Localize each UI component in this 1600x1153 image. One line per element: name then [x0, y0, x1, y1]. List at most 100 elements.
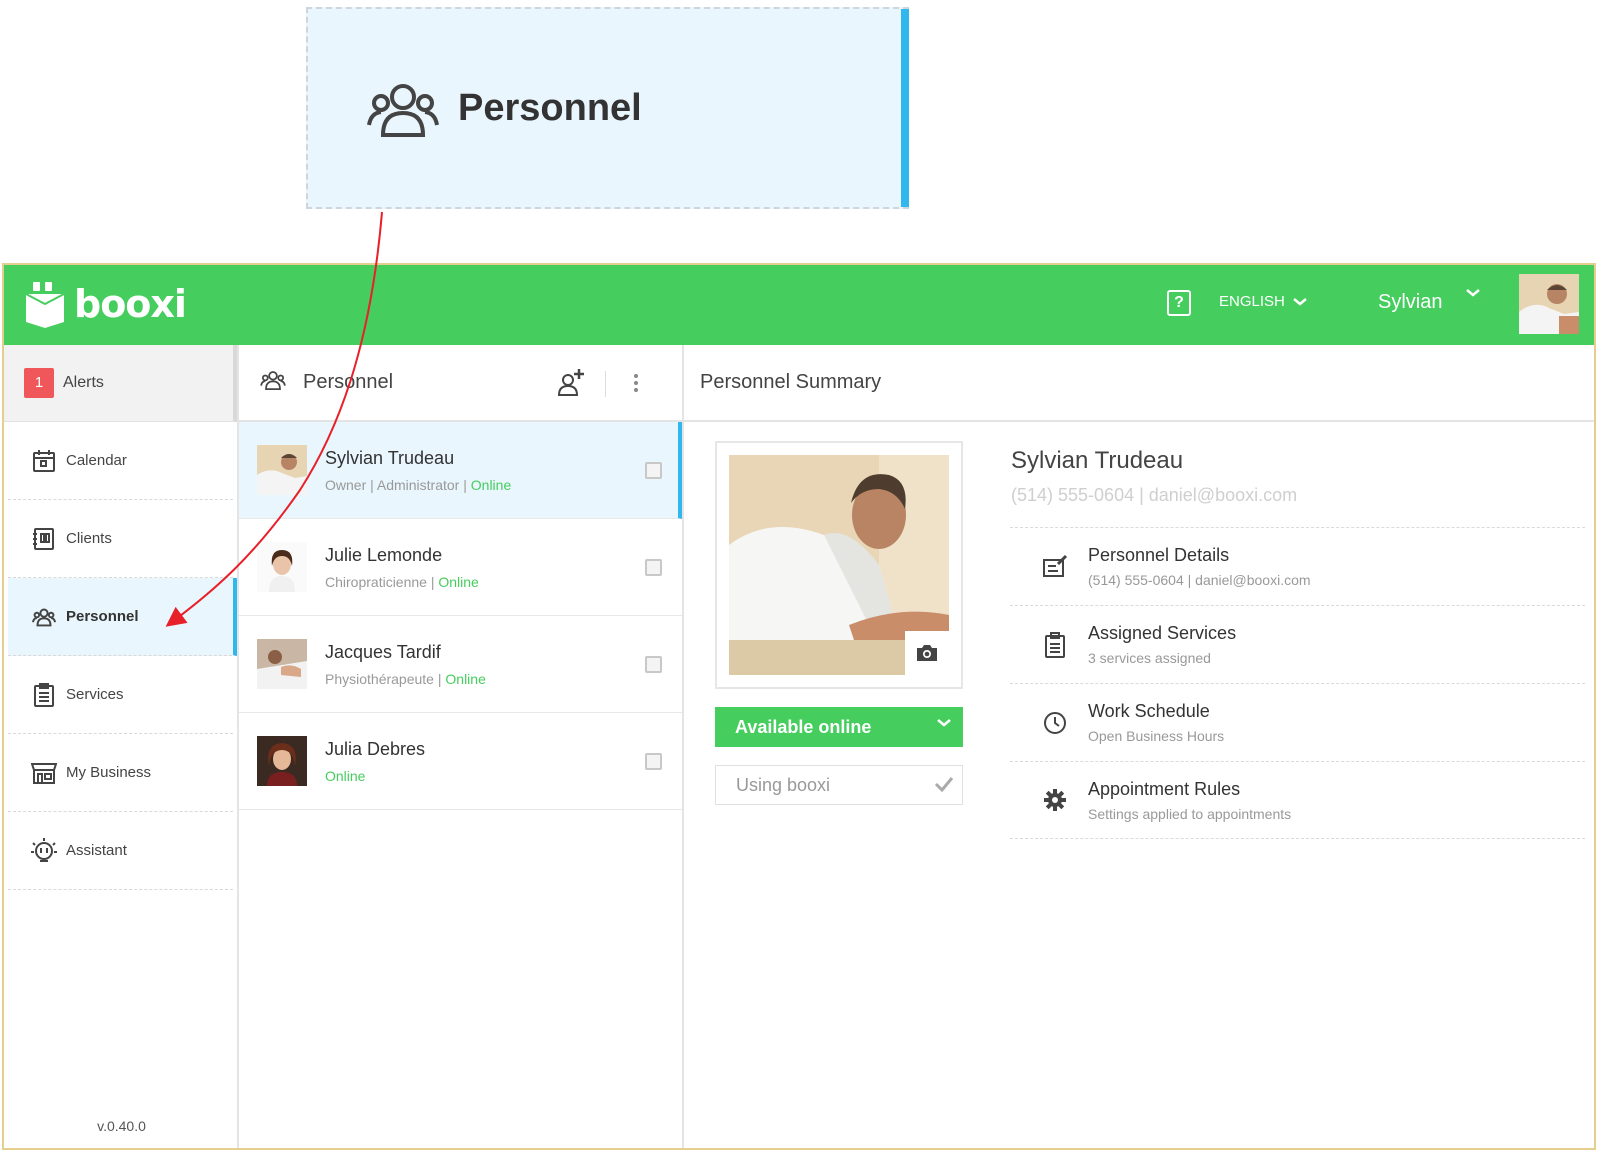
status-online: Online	[470, 476, 512, 493]
sidebar-item-label: Services	[66, 686, 124, 703]
chevron-down-icon	[1293, 297, 1307, 306]
clients-icon	[30, 525, 58, 553]
person-name: Jacques Tardif	[325, 641, 441, 662]
booxi-logo-icon	[25, 282, 65, 328]
person-role: Owner | Administrator |	[325, 476, 467, 493]
status-online: Online	[445, 670, 486, 687]
language-label: ENGLISH	[1219, 293, 1285, 310]
row-checkbox[interactable]	[645, 559, 662, 576]
add-user-icon	[557, 369, 584, 396]
availability-dropdown[interactable]: Available online	[715, 707, 963, 747]
personnel-icon	[30, 603, 58, 631]
sidebar-item-assistant[interactable]: Assistant	[8, 812, 233, 890]
detail-title: Appointment Rules	[1088, 778, 1241, 799]
detail-subtitle: 3 services assigned	[1088, 650, 1211, 666]
row-checkbox[interactable]	[645, 753, 662, 770]
kebab-menu-icon	[634, 374, 638, 392]
appointment-rules-row[interactable]: Appointment Rules Settings applied to ap…	[1010, 761, 1585, 839]
person-role: Chiropraticienne |	[325, 573, 435, 590]
detail-subtitle: Settings applied to appointments	[1088, 805, 1292, 822]
app-window: booxi ? ENGLISH Sylvian 1 Alerts Calenda…	[2, 263, 1596, 1150]
sidebar-item-calendar[interactable]: Calendar	[8, 422, 233, 500]
status-online: Online	[325, 767, 366, 784]
using-booxi-toggle[interactable]: Using booxi	[715, 765, 963, 805]
list-header: Personnel	[239, 345, 682, 422]
detail-subtitle: (514) 555-0604 | daniel@booxi.com	[1088, 572, 1311, 588]
personnel-icon	[259, 366, 287, 399]
add-user-button[interactable]	[557, 367, 587, 402]
person-name: Julia Debres	[325, 738, 426, 759]
detail-subtitle: Open Business Hours	[1088, 728, 1225, 744]
sidebar-item-label: Calendar	[66, 452, 127, 469]
checkmark-icon	[934, 777, 954, 792]
list-title: Personnel	[303, 371, 394, 393]
personnel-summary-panel: Personnel Summary Available online Using…	[684, 345, 1594, 1148]
avatar	[257, 445, 307, 495]
availability-label: Available online	[735, 716, 872, 737]
edit-icon	[1036, 554, 1074, 579]
personnel-details-row[interactable]: Personnel Details (514) 555-0604 | danie…	[1010, 527, 1585, 605]
list-item[interactable]: Sylvian Trudeau Owner | Administrator | …	[239, 422, 682, 519]
help-button[interactable]: ?	[1167, 290, 1191, 316]
sidebar-item-label: Personnel	[66, 608, 139, 625]
sidebar-item-services[interactable]: Services	[8, 656, 233, 734]
change-photo-button[interactable]	[905, 631, 949, 675]
clipboard-icon	[1036, 631, 1074, 658]
profile-photo	[729, 455, 949, 675]
summary-title: Personnel Summary	[684, 345, 1594, 422]
person-full-name: Sylvian Trudeau	[1011, 447, 1184, 474]
avatar	[257, 736, 307, 786]
gear-icon	[1036, 788, 1074, 812]
divider	[605, 371, 606, 397]
callout-label: Personnel	[458, 87, 642, 129]
chevron-down-icon[interactable]	[1466, 289, 1480, 297]
version-label: v.0.40.0	[97, 1118, 146, 1134]
detail-title: Personnel Details	[1088, 545, 1230, 565]
camera-icon	[917, 645, 937, 661]
sidebar-item-label: Alerts	[63, 374, 104, 391]
status-online: Online	[438, 573, 479, 590]
brand-name: booxi	[74, 282, 187, 326]
language-selector[interactable]: ENGLISH	[1219, 293, 1307, 310]
calendar-icon	[30, 447, 58, 475]
clipboard-icon	[30, 681, 58, 709]
profile-photo-frame	[715, 441, 963, 689]
more-options-button[interactable]	[633, 373, 639, 398]
chevron-down-icon	[937, 719, 951, 727]
sidebar-item-personnel[interactable]: Personnel	[8, 578, 237, 656]
avatar[interactable]	[1519, 274, 1579, 334]
personnel-icon	[363, 69, 443, 149]
sidebar: 1 Alerts Calendar Clients Personnel Serv…	[4, 345, 239, 1148]
user-name[interactable]: Sylvian	[1378, 291, 1442, 314]
sidebar-item-label: Clients	[66, 530, 112, 547]
row-checkbox[interactable]	[645, 656, 662, 673]
row-checkbox[interactable]	[645, 462, 662, 479]
detail-title: Assigned Services	[1088, 623, 1237, 643]
assigned-services-row[interactable]: Assigned Services 3 services assigned	[1010, 605, 1585, 683]
zoom-callout: Personnel	[306, 7, 909, 209]
detail-title: Work Schedule	[1088, 701, 1210, 721]
alert-count-badge: 1	[24, 368, 54, 398]
sidebar-item-alerts[interactable]: 1 Alerts	[4, 345, 237, 422]
sidebar-item-clients[interactable]: Clients	[8, 500, 233, 578]
list-item[interactable]: Julie Lemonde Chiropraticienne | Online	[239, 519, 682, 616]
work-schedule-row[interactable]: Work Schedule Open Business Hours	[1010, 683, 1585, 761]
logo[interactable]: booxi	[24, 279, 187, 329]
avatar	[257, 639, 307, 689]
clock-icon	[1036, 711, 1074, 735]
person-name: Julie Lemonde	[325, 544, 443, 565]
sidebar-item-my-business[interactable]: My Business	[8, 734, 233, 812]
top-bar: booxi ? ENGLISH Sylvian	[4, 265, 1594, 345]
person-name: Sylvian Trudeau	[325, 447, 455, 468]
callout-active-bar	[901, 9, 909, 207]
avatar	[257, 542, 307, 592]
sidebar-item-label: My Business	[66, 764, 152, 781]
assistant-icon	[30, 837, 58, 865]
personnel-list-panel: Personnel Sylvian Trudeau Owner | Admini…	[239, 345, 684, 1148]
store-icon	[30, 759, 58, 787]
person-contact: (514) 555-0604 | daniel@booxi.com	[1011, 485, 1298, 505]
list-item[interactable]: Julia Debres Online	[239, 713, 682, 810]
person-role: Physiothérapeute |	[325, 670, 442, 687]
list-item[interactable]: Jacques Tardif Physiothérapeute | Online	[239, 616, 682, 713]
sidebar-item-label: Assistant	[66, 842, 127, 859]
